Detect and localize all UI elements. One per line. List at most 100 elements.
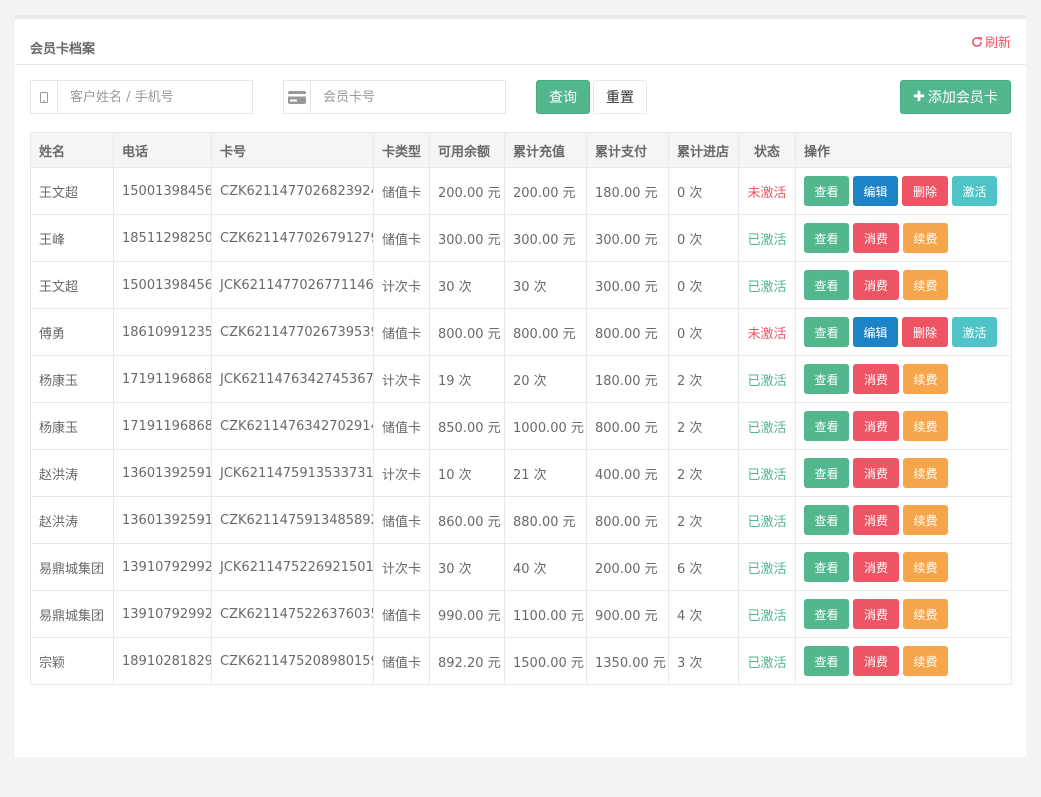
- card-type-cell: 储值卡: [373, 167, 430, 215]
- view-button[interactable]: 查看: [804, 364, 849, 394]
- spend-button[interactable]: 消费: [853, 223, 899, 253]
- name-cell: 傅勇: [30, 308, 114, 356]
- paid-cell: 800.00 元: [586, 496, 669, 544]
- column-header-total-visits: 累计进店: [668, 132, 739, 168]
- view-button[interactable]: 查看: [804, 599, 849, 629]
- phone-cell: 17191196868: [113, 402, 212, 450]
- add-member-card-button[interactable]: ✚ 添加会员卡: [900, 80, 1011, 114]
- card-type-cell: 储值卡: [373, 637, 430, 685]
- view-button[interactable]: 查看: [804, 411, 849, 441]
- status-badge: 已激活: [738, 543, 796, 591]
- delete-button[interactable]: 删除: [902, 176, 948, 206]
- table-row: 宗颖 18910281829 CZK6211475208980159 储值卡 892.2…: [30, 637, 1012, 685]
- card-number-input[interactable]: [311, 81, 505, 113]
- paid-cell: 180.00 元: [586, 355, 669, 403]
- reset-button[interactable]: 重置: [593, 80, 647, 114]
- balance-cell: 200.00 元: [429, 167, 505, 215]
- card-number-cell: CZK6211475208980159: [211, 637, 374, 685]
- table-row: 杨康玉 17191196868 CZK6211476342702914 储值卡 850.…: [30, 402, 1012, 450]
- query-button[interactable]: 查询: [536, 80, 590, 114]
- paid-cell: 300.00 元: [586, 261, 669, 309]
- balance-cell: 30 次: [429, 543, 505, 591]
- user-icon: [31, 81, 58, 113]
- actions-cell: 查看 编辑 删除 激活: [795, 308, 1012, 356]
- spend-button[interactable]: 消费: [853, 270, 899, 300]
- renew-button[interactable]: 续费: [903, 223, 948, 253]
- paid-cell: 300.00 元: [586, 214, 669, 262]
- view-button[interactable]: 查看: [804, 317, 849, 347]
- card-number-cell: JCK6211475226921501: [211, 543, 374, 591]
- name-cell: 王文超: [30, 261, 114, 309]
- renew-button[interactable]: 续费: [903, 411, 948, 441]
- view-button[interactable]: 查看: [804, 176, 849, 206]
- customer-search-group: [30, 80, 253, 114]
- paid-cell: 800.00 元: [586, 308, 669, 356]
- visits-cell: 0 次: [668, 167, 739, 215]
- actions-cell: 查看 消费 续费: [795, 496, 1012, 544]
- table-row: 易鼎城集团 13910792992 JCK6211475226921501 计次卡 30…: [30, 543, 1012, 591]
- column-header-phone: 电话: [113, 132, 212, 168]
- name-cell: 王文超: [30, 167, 114, 215]
- view-button[interactable]: 查看: [804, 458, 849, 488]
- card-number-cell: JCK6211476342745367: [211, 355, 374, 403]
- spend-button[interactable]: 消费: [853, 411, 899, 441]
- renew-button[interactable]: 续费: [903, 505, 948, 535]
- customer-search-input[interactable]: [58, 81, 252, 113]
- spend-button[interactable]: 消费: [853, 599, 899, 629]
- renew-button[interactable]: 续费: [903, 364, 948, 394]
- phone-cell: 18610991235: [113, 308, 212, 356]
- balance-cell: 30 次: [429, 261, 505, 309]
- spend-button[interactable]: 消费: [853, 364, 899, 394]
- card-type-cell: 计次卡: [373, 543, 430, 591]
- view-button[interactable]: 查看: [804, 646, 849, 676]
- column-header-total-paid: 累计支付: [586, 132, 669, 168]
- status-badge: 已激活: [738, 402, 796, 450]
- activate-button[interactable]: 激活: [952, 317, 997, 347]
- card-search-group: [283, 80, 506, 114]
- card-number-cell: CZK6211476342702914: [211, 402, 374, 450]
- name-cell: 杨康玉: [30, 355, 114, 403]
- visits-cell: 0 次: [668, 261, 739, 309]
- edit-button[interactable]: 编辑: [853, 317, 898, 347]
- paid-cell: 1350.00 元: [586, 637, 669, 685]
- renew-button[interactable]: 续费: [903, 270, 948, 300]
- balance-cell: 10 次: [429, 449, 505, 497]
- table-row: 傅勇 18610991235 CZK6211477026739539 储值卡 800.0…: [30, 308, 1012, 356]
- actions-cell: 查看 消费 续费: [795, 543, 1012, 591]
- card-type-cell: 计次卡: [373, 449, 430, 497]
- recharge-cell: 30 次: [504, 261, 587, 309]
- view-button[interactable]: 查看: [804, 552, 849, 582]
- recharge-cell: 40 次: [504, 543, 587, 591]
- renew-button[interactable]: 续费: [903, 646, 948, 676]
- activate-button[interactable]: 激活: [952, 176, 997, 206]
- spend-button[interactable]: 消费: [853, 505, 899, 535]
- view-button[interactable]: 查看: [804, 505, 849, 535]
- view-button[interactable]: 查看: [804, 223, 849, 253]
- phone-cell: 15001398456: [113, 261, 212, 309]
- balance-cell: 850.00 元: [429, 402, 505, 450]
- visits-cell: 6 次: [668, 543, 739, 591]
- phone-cell: 13910792992: [113, 543, 212, 591]
- refresh-button[interactable]: 刷新: [971, 32, 1011, 51]
- recharge-cell: 200.00 元: [504, 167, 587, 215]
- view-button[interactable]: 查看: [804, 270, 849, 300]
- delete-button[interactable]: 删除: [902, 317, 948, 347]
- table-row: 易鼎城集团 13910792992 CZK6211475226376035 储值卡 99…: [30, 590, 1012, 638]
- balance-cell: 300.00 元: [429, 214, 505, 262]
- card-number-cell: CZK6211477026823924: [211, 167, 374, 215]
- renew-button[interactable]: 续费: [903, 599, 948, 629]
- visits-cell: 2 次: [668, 355, 739, 403]
- actions-cell: 查看 消费 续费: [795, 261, 1012, 309]
- edit-button[interactable]: 编辑: [853, 176, 898, 206]
- visits-cell: 0 次: [668, 308, 739, 356]
- actions-cell: 查看 消费 续费: [795, 449, 1012, 497]
- renew-button[interactable]: 续费: [903, 458, 948, 488]
- spend-button[interactable]: 消费: [853, 646, 899, 676]
- add-member-card-label: 添加会员卡: [927, 90, 998, 106]
- paid-cell: 900.00 元: [586, 590, 669, 638]
- spend-button[interactable]: 消费: [853, 458, 899, 488]
- renew-button[interactable]: 续费: [903, 552, 948, 582]
- spend-button[interactable]: 消费: [853, 552, 899, 582]
- card-type-cell: 储值卡: [373, 590, 430, 638]
- name-cell: 赵洪涛: [30, 449, 114, 497]
